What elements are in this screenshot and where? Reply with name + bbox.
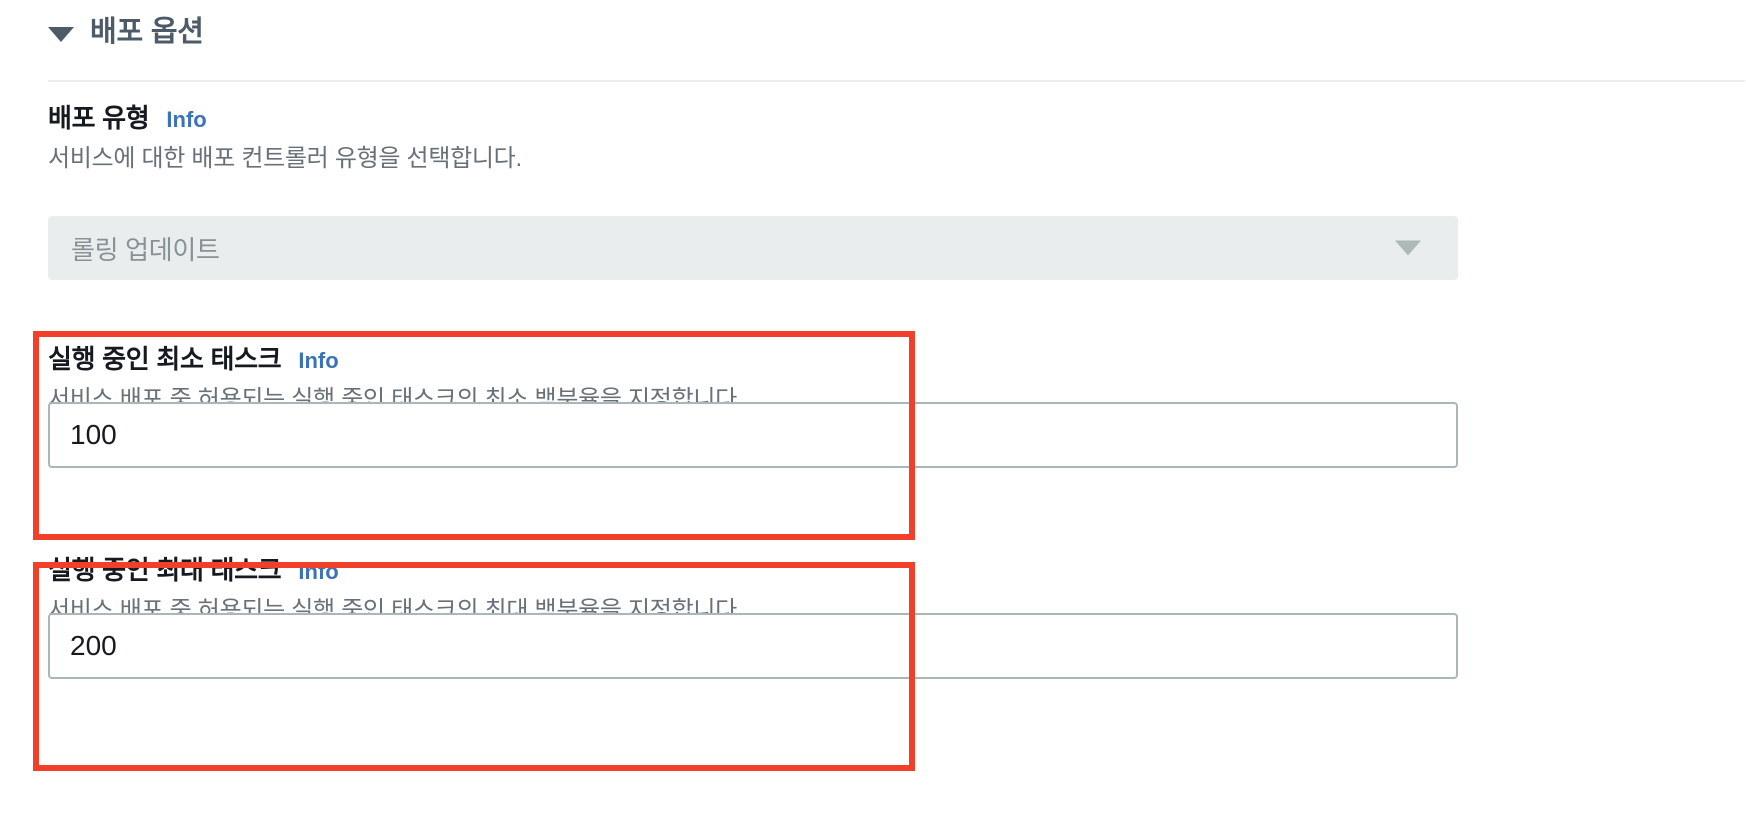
input-maximum-running-tasks[interactable] (48, 613, 1458, 679)
input-minimum-running-tasks[interactable] (48, 402, 1458, 468)
select-deployment-type[interactable]: 롤링 업데이트 (48, 216, 1458, 280)
section-header-deployment-options[interactable]: 배포 옵션 (48, 18, 204, 47)
info-link-maximum-running-tasks[interactable]: Info (298, 559, 338, 584)
field-description-deployment-type: 서비스에 대한 배포 컨트롤러 유형을 선택합니다. (48, 144, 522, 172)
field-label-row: 실행 중인 최대 태스크 Info (48, 555, 743, 586)
info-link-minimum-running-tasks[interactable]: Info (298, 348, 338, 373)
chevron-down-icon (1395, 240, 1421, 256)
page-title: 배포 옵션 (90, 16, 204, 48)
field-label-row: 실행 중인 최소 태스크 Info (48, 344, 743, 375)
field-deployment-type: 배포 유형 Info 서비스에 대한 배포 컨트롤러 유형을 선택합니다. (48, 103, 522, 174)
select-value-deployment-type: 롤링 업데이트 (71, 234, 220, 265)
triangle-down-icon (48, 26, 74, 42)
field-label-minimum-running-tasks: 실행 중인 최소 태스크 (48, 344, 282, 374)
select-wrapper-deployment-type: 롤링 업데이트 (48, 216, 1458, 280)
info-link-deployment-type[interactable]: Info (166, 107, 206, 132)
field-label-deployment-type: 배포 유형 (48, 103, 150, 133)
header-divider (48, 80, 1745, 82)
field-label-maximum-running-tasks: 실행 중인 최대 태스크 (48, 555, 282, 585)
deployment-options-panel: 배포 옵션 배포 유형 Info 서비스에 대한 배포 컨트롤러 유형을 선택합… (0, 0, 1746, 818)
field-label-row: 배포 유형 Info (48, 103, 522, 134)
